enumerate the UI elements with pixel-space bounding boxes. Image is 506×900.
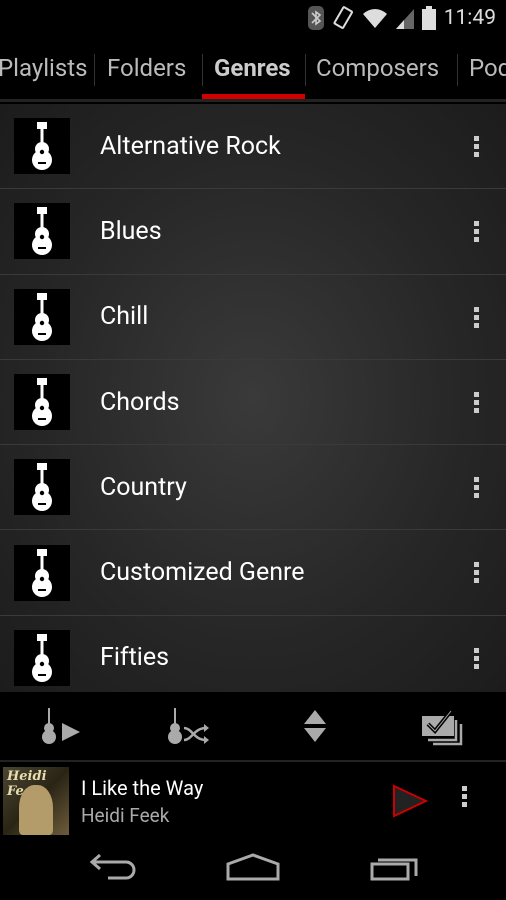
tab-playlists[interactable]: Playlists [0, 54, 98, 82]
action-toolbar [0, 692, 506, 762]
more-options-icon[interactable] [474, 221, 480, 245]
more-options-icon[interactable] [474, 477, 480, 501]
genre-list[interactable]: Alternative Rock Blues Chill Chords Country C… [0, 104, 506, 692]
tab-divider [94, 54, 95, 86]
home-icon[interactable] [226, 852, 280, 882]
genre-row[interactable]: Blues [0, 189, 506, 275]
now-playing-bar[interactable]: Heidi Feek I Like the Way Heidi Feek [0, 764, 506, 838]
tab-genres[interactable]: Genres [204, 54, 301, 82]
more-options-icon[interactable] [474, 562, 480, 586]
select-multiple-icon[interactable] [420, 706, 466, 746]
tab-composers[interactable]: Composers [306, 54, 449, 82]
genre-thumbnail [14, 374, 70, 431]
genre-thumbnail [14, 629, 70, 686]
tab-divider [457, 54, 458, 86]
genre-label: Fifties [100, 643, 170, 673]
genre-thumbnail [14, 288, 70, 345]
guitar-icon [32, 207, 52, 256]
more-options-icon[interactable] [474, 391, 480, 416]
genre-thumbnail [14, 544, 70, 601]
play-icon[interactable] [392, 784, 428, 818]
guitar-icon [32, 292, 52, 341]
genre-row[interactable]: Alternative Rock [0, 104, 506, 190]
genre-label: Blues [100, 216, 162, 246]
recent-apps-icon[interactable] [370, 852, 420, 882]
guitar-icon [32, 378, 52, 427]
back-icon[interactable] [88, 852, 138, 884]
genre-row[interactable]: Customized Genre [0, 530, 506, 616]
genre-label: Country [100, 472, 187, 502]
genre-row[interactable]: Chords [0, 360, 506, 446]
more-options-icon[interactable] [474, 136, 480, 160]
play-genre-icon[interactable] [40, 706, 84, 746]
tab-podcasts[interactable]: Pod [459, 54, 506, 82]
clock: 11:49 [443, 6, 496, 30]
navigation-bar [0, 840, 506, 900]
vibrate-icon [333, 6, 353, 29]
genre-row[interactable]: Fifties [0, 616, 506, 692]
album-art[interactable]: Heidi Feek [3, 767, 69, 835]
guitar-icon [32, 548, 52, 597]
genre-label: Alternative Rock [100, 131, 281, 161]
battery-icon [421, 6, 436, 30]
genre-thumbnail [14, 118, 70, 175]
more-options-icon[interactable] [474, 306, 480, 331]
sort-icon[interactable] [302, 706, 328, 746]
tab-bar: Playlists Folders Genres Composers Pod [0, 40, 506, 102]
genre-label: Customized Genre [100, 558, 305, 588]
genre-thumbnail [14, 203, 70, 260]
tab-folders[interactable]: Folders [97, 54, 196, 82]
more-options-icon[interactable] [474, 647, 480, 672]
tab-divider [202, 54, 203, 86]
wifi-icon [362, 9, 387, 28]
bluetooth-icon [307, 6, 324, 30]
guitar-icon [32, 122, 52, 171]
track-title: I Like the Way [81, 775, 204, 800]
genre-thumbnail [14, 459, 70, 516]
guitar-icon [32, 463, 52, 512]
genre-row[interactable]: Country [0, 445, 506, 531]
genre-row[interactable]: Chill [0, 275, 506, 360]
active-tab-indicator [202, 94, 305, 99]
guitar-icon [32, 633, 52, 682]
genre-label: Chords [100, 387, 180, 417]
genre-label: Chill [100, 302, 149, 332]
signal-icon [395, 9, 414, 29]
track-artist: Heidi Feek [81, 803, 170, 827]
shuffle-genre-icon[interactable] [166, 706, 214, 746]
status-bar: 11:49 [0, 0, 506, 36]
more-options-icon[interactable] [462, 786, 468, 810]
